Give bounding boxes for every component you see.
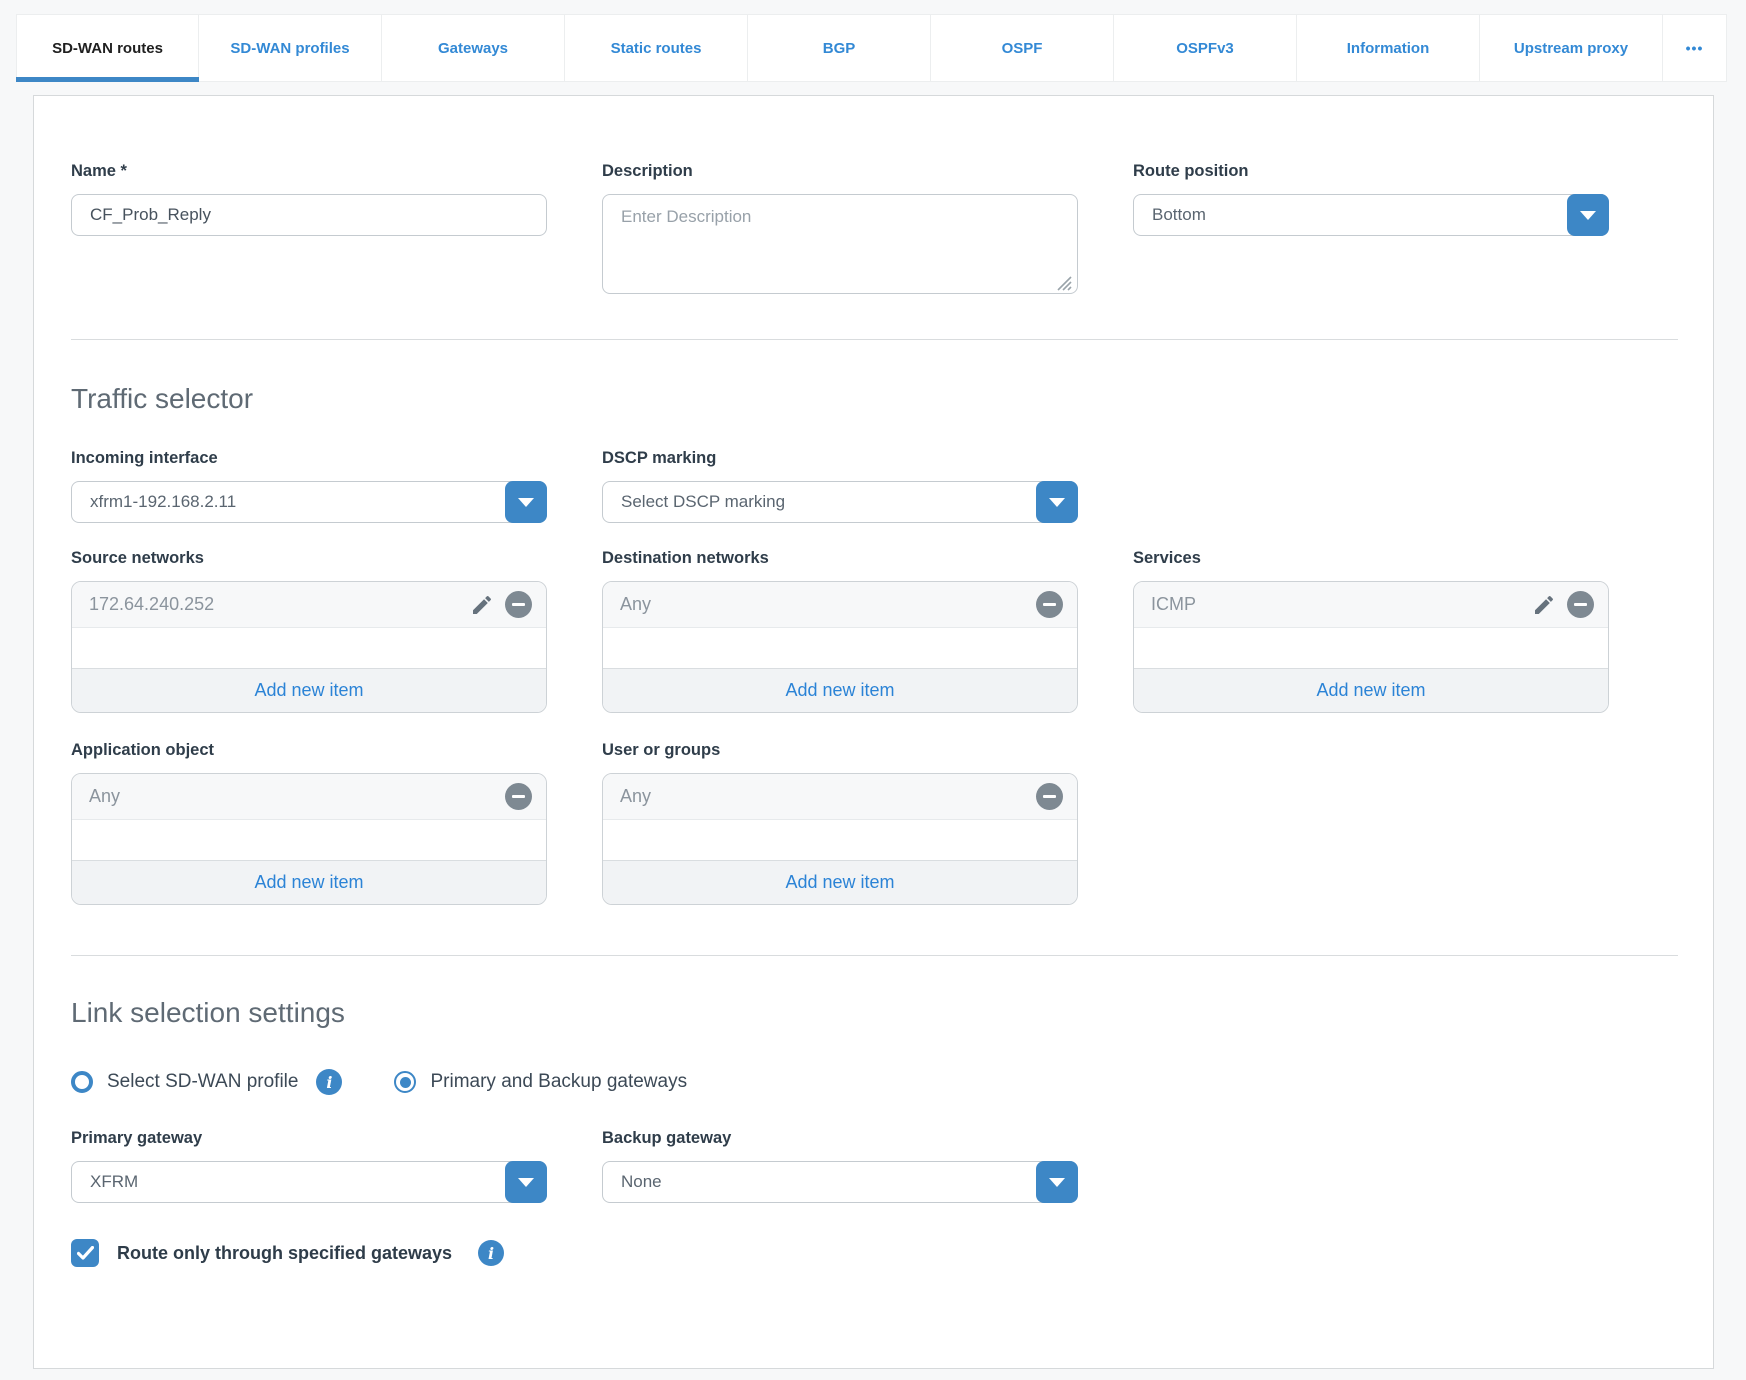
add-new-item-button[interactable]: Add new item	[603, 668, 1077, 712]
source-networks-listbox: 172.64.240.252 Add new item	[71, 581, 547, 713]
list-item-text: Any	[89, 786, 121, 806]
info-icon[interactable]: i	[316, 1069, 343, 1095]
tab-information[interactable]: Information	[1297, 14, 1480, 82]
radio-select-sd-wan-profile[interactable]	[71, 1071, 93, 1093]
radio-group-sd-wan-profile: Select SD-WAN profile i	[71, 1069, 343, 1095]
add-new-item-button[interactable]: Add new item	[72, 668, 546, 712]
chevron-down-icon[interactable]	[505, 481, 547, 523]
add-new-item-button[interactable]: Add new item	[72, 860, 546, 904]
info-icon[interactable]: i	[478, 1240, 505, 1266]
dscp-marking-value: Select DSCP marking	[621, 492, 786, 511]
dscp-marking-label: DSCP marking	[602, 449, 717, 467]
route-position-label: Route position	[1133, 162, 1249, 180]
backup-gateway-select[interactable]: None	[602, 1161, 1078, 1203]
list-item: Any	[603, 582, 1077, 628]
tab-more-ellipsis[interactable]: •••	[1663, 14, 1727, 82]
chevron-down-icon[interactable]	[1036, 1161, 1078, 1203]
incoming-interface-select[interactable]: xfrm1-192.168.2.11	[71, 481, 547, 523]
tab-ospf[interactable]: OSPF	[931, 14, 1114, 82]
edit-pencil-icon[interactable]	[469, 592, 495, 618]
route-position-value: Bottom	[1152, 205, 1206, 224]
list-item: Any	[72, 774, 546, 820]
primary-gateway-label: Primary gateway	[71, 1129, 203, 1147]
general-fields-row: Name * Description Route position Bottom	[71, 162, 1678, 299]
sd-wan-route-form-panel: Name * Description Route position Bottom	[33, 95, 1714, 1369]
tab-bgp[interactable]: BGP	[748, 14, 931, 82]
radio-label: Primary and Backup gateways	[430, 1071, 688, 1092]
interface-dscp-row: Incoming interface xfrm1-192.168.2.11 DS…	[71, 449, 1678, 523]
add-new-item-button[interactable]: Add new item	[603, 860, 1077, 904]
route-only-checkbox[interactable]	[71, 1239, 99, 1267]
list-item: 172.64.240.252	[72, 582, 546, 628]
application-object-label: Application object	[71, 741, 215, 759]
list-item-text: 172.64.240.252	[89, 594, 215, 614]
networks-services-row: Source networks 172.64.240.252 Add new i…	[71, 549, 1678, 713]
listbox-spacer	[72, 628, 546, 668]
link-selection-radio-row: Select SD-WAN profile i Primary and Back…	[71, 1069, 1678, 1095]
description-label: Description	[602, 162, 693, 180]
tab-sd-wan-routes[interactable]: SD-WAN routes	[16, 14, 199, 82]
destination-networks-label: Destination networks	[602, 549, 769, 567]
tab-upstream-proxy[interactable]: Upstream proxy	[1480, 14, 1663, 82]
chevron-down-icon[interactable]	[1567, 194, 1609, 236]
listbox-spacer	[1134, 628, 1608, 668]
application-object-listbox: Any Add new item	[71, 773, 547, 905]
name-input[interactable]	[71, 194, 547, 236]
services-listbox: ICMP Add new item	[1133, 581, 1609, 713]
edit-pencil-icon[interactable]	[1531, 592, 1557, 618]
source-networks-label: Source networks	[71, 549, 204, 567]
radio-label: Select SD-WAN profile	[107, 1071, 299, 1092]
backup-gateway-value: None	[621, 1172, 662, 1191]
description-textarea[interactable]	[602, 194, 1078, 294]
tab-gateways[interactable]: Gateways	[382, 14, 565, 82]
gateways-row: Primary gateway XFRM Backup gateway None	[71, 1129, 1678, 1203]
services-label: Services	[1133, 549, 1201, 567]
destination-networks-listbox: Any Add new item	[602, 581, 1078, 713]
remove-item-icon[interactable]	[1567, 591, 1594, 618]
add-new-item-button[interactable]: Add new item	[1134, 668, 1608, 712]
link-selection-settings-heading: Link selection settings	[71, 997, 345, 1028]
list-item-text: Any	[620, 786, 652, 806]
backup-gateway-label: Backup gateway	[602, 1129, 732, 1147]
primary-gateway-select[interactable]: XFRM	[71, 1161, 547, 1203]
user-or-groups-listbox: Any Add new item	[602, 773, 1078, 905]
listbox-spacer	[603, 628, 1077, 668]
tab-sd-wan-profiles[interactable]: SD-WAN profiles	[199, 14, 382, 82]
incoming-interface-value: xfrm1-192.168.2.11	[90, 492, 237, 511]
remove-item-icon[interactable]	[1036, 591, 1063, 618]
radio-group-primary-backup-gateways: Primary and Backup gateways	[394, 1071, 687, 1093]
route-only-checkbox-row: Route only through specified gateways i	[71, 1239, 1678, 1267]
tab-static-routes[interactable]: Static routes	[565, 14, 748, 82]
tab-bar: SD-WAN routes SD-WAN profiles Gateways S…	[16, 14, 1730, 82]
remove-item-icon[interactable]	[505, 783, 532, 810]
listbox-spacer	[603, 820, 1077, 860]
list-item: ICMP	[1134, 582, 1608, 628]
tab-ospfv3[interactable]: OSPFv3	[1114, 14, 1297, 82]
user-or-groups-label: User or groups	[602, 741, 721, 759]
list-item: Any	[603, 774, 1077, 820]
incoming-interface-label: Incoming interface	[71, 449, 218, 467]
listbox-spacer	[72, 820, 546, 860]
remove-item-icon[interactable]	[1036, 783, 1063, 810]
divider	[71, 339, 1678, 340]
primary-gateway-value: XFRM	[90, 1172, 139, 1191]
dscp-marking-select[interactable]: Select DSCP marking	[602, 481, 1078, 523]
name-label: Name *	[71, 162, 127, 180]
route-only-checkbox-label: Route only through specified gateways	[117, 1242, 453, 1263]
remove-item-icon[interactable]	[505, 591, 532, 618]
divider	[71, 955, 1678, 956]
radio-primary-and-backup-gateways[interactable]	[394, 1071, 417, 1093]
chevron-down-icon[interactable]	[505, 1161, 547, 1203]
chevron-down-icon[interactable]	[1036, 481, 1078, 523]
route-position-select[interactable]: Bottom	[1133, 194, 1609, 236]
application-users-row: Application object Any Add new item User…	[71, 741, 1678, 905]
list-item-text: Any	[620, 594, 652, 614]
traffic-selector-heading: Traffic selector	[71, 383, 254, 414]
list-item-text: ICMP	[1151, 594, 1196, 614]
